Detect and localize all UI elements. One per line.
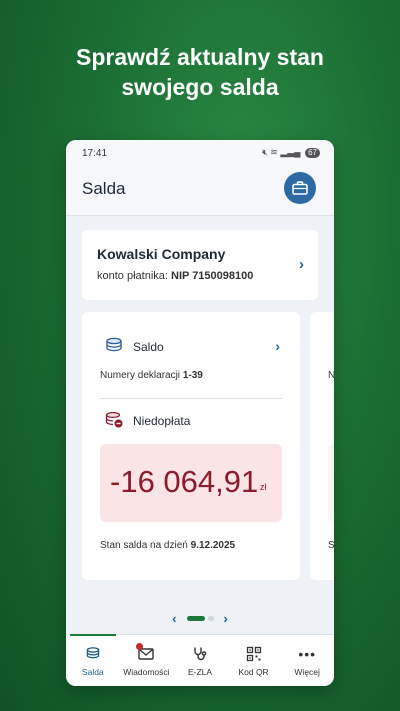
status-bar: 17:41 🔇︎ ≋ ▂▃▄ 67 xyxy=(66,140,334,164)
balance-amount: -16 064,91 xyxy=(110,464,259,499)
next-card-text-1: N xyxy=(328,370,334,381)
nav-label: Więcej xyxy=(294,667,320,677)
headline-line-1: Sprawdź aktualny stan xyxy=(76,44,324,70)
battery-icon: 67 xyxy=(305,148,320,158)
asof-prefix: Stan salda na dzień xyxy=(100,540,188,551)
balance-date: Stan salda na dzień 9.12.2025 xyxy=(100,540,235,551)
asof-date: 9.12.2025 xyxy=(190,540,236,551)
balance-card: Saldo › Numery deklaracji 1-39 Niedopłat… xyxy=(82,312,300,580)
declarations-range: 1-39 xyxy=(182,370,203,381)
company-name: Kowalski Company xyxy=(97,246,226,262)
stethoscope-icon xyxy=(194,647,207,661)
payer-prefix: konto płatnika: xyxy=(97,270,168,282)
mute-icon: 🔇︎ xyxy=(262,147,268,157)
saldo-label: Saldo xyxy=(133,340,164,354)
signal-icon: ▂▃▄ xyxy=(280,147,301,157)
divider xyxy=(100,398,282,399)
page-title: Salda xyxy=(82,179,126,198)
headline-line-2: swojego salda xyxy=(121,74,279,100)
chevron-left-icon[interactable]: ‹ xyxy=(172,611,176,626)
nav-label: Salda xyxy=(81,667,104,677)
briefcase-button[interactable] xyxy=(284,172,316,204)
status-time: 17:41 xyxy=(82,148,108,159)
coins-icon xyxy=(106,337,122,352)
declarations-prefix: Numery deklaracji xyxy=(100,370,181,381)
nav-item-ezla[interactable]: E-ZLA xyxy=(173,635,227,686)
declarations-text: Numery deklaracji 1-39 xyxy=(100,370,203,381)
wifi-icon: ≋ xyxy=(270,147,278,157)
company-card[interactable]: Kowalski Company konto płatnika: NIP 715… xyxy=(82,230,318,300)
page-dots xyxy=(186,615,214,621)
chevron-right-icon[interactable]: › xyxy=(224,611,228,626)
page-dot[interactable] xyxy=(207,615,214,621)
saldo-row[interactable]: Saldo › xyxy=(104,336,280,358)
next-card-amount-box xyxy=(328,444,334,522)
bottom-nav: Salda Wiadomości E-ZLA Kod QR ••• Więcej xyxy=(66,634,334,686)
status-icons: 🔇︎ ≋ ▂▃▄ 67 xyxy=(262,147,320,158)
payer-account: konto płatnika: NIP 7150098100 xyxy=(97,270,253,282)
page-dot-active[interactable] xyxy=(186,615,205,621)
carousel-pager: ‹ › xyxy=(66,610,334,626)
underpayment-label: Niedopłata xyxy=(133,414,191,428)
currency-label: zł xyxy=(260,482,267,492)
nav-item-kod-qr[interactable]: Kod QR xyxy=(227,635,281,686)
payer-nip: NIP 7150098100 xyxy=(171,270,254,282)
coins-icon xyxy=(86,647,100,659)
underpayment-row: Niedopłata xyxy=(104,410,190,435)
debt-coins-icon xyxy=(105,411,123,428)
nav-label: E-ZLA xyxy=(187,667,213,677)
chevron-right-icon: › xyxy=(275,338,280,354)
qr-code-icon xyxy=(246,646,261,662)
promo-headline: Sprawdź aktualny stan swojego salda xyxy=(0,42,400,102)
nav-item-wiecej[interactable]: ••• Więcej xyxy=(280,635,334,686)
next-balance-card[interactable]: N S xyxy=(310,312,334,580)
app-bar: Salda xyxy=(66,164,334,216)
nav-label: Wiadomości xyxy=(123,667,170,677)
notification-badge xyxy=(135,643,143,650)
nav-item-salda[interactable]: Salda xyxy=(66,634,120,686)
next-card-text-2: S xyxy=(328,540,334,551)
briefcase-icon xyxy=(292,181,308,195)
nav-item-wiadomosci[interactable]: Wiadomości xyxy=(120,635,174,686)
amount-box: -16 064,91 zł xyxy=(100,444,282,522)
phone-screen: 17:41 🔇︎ ≋ ▂▃▄ 67 Salda Kowalski Company… xyxy=(66,140,334,686)
chevron-right-icon: › xyxy=(299,256,304,273)
more-icon: ••• xyxy=(298,646,317,662)
nav-label: Kod QR xyxy=(238,667,269,677)
